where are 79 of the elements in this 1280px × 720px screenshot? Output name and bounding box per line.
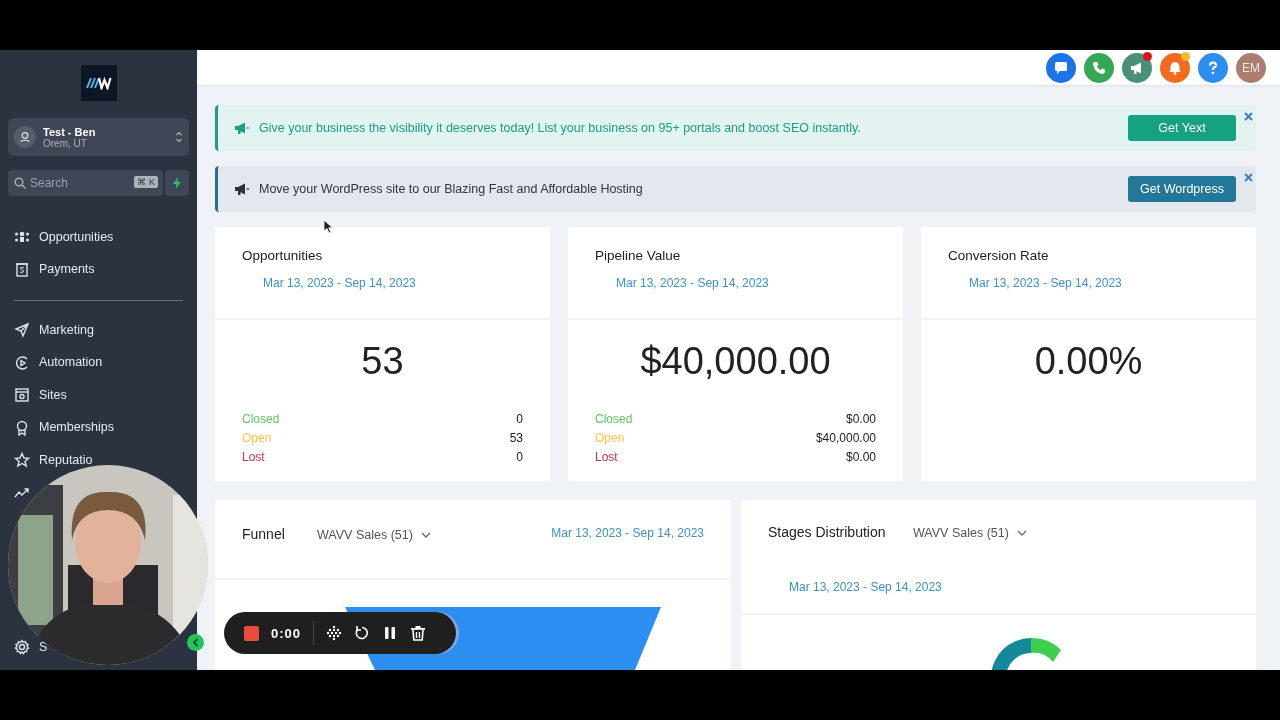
close-button[interactable] bbox=[1244, 109, 1253, 123]
status-value: 0 bbox=[516, 450, 523, 466]
restart-icon[interactable] bbox=[354, 625, 371, 641]
megaphone-icon bbox=[1130, 60, 1144, 75]
account-name: Test - Ben bbox=[43, 125, 97, 138]
shortcut-hint: ⌘ K bbox=[134, 176, 158, 188]
date-range-link[interactable]: Mar 13, 2023 - Sep 14, 2023 bbox=[616, 276, 876, 290]
status-label: Open bbox=[242, 431, 272, 447]
quick-action-button[interactable] bbox=[165, 170, 189, 196]
header-button[interactable] bbox=[1198, 52, 1228, 83]
panel-title: Stages Distribution bbox=[768, 524, 887, 540]
sidebar-item[interactable]: Automation bbox=[39, 356, 103, 370]
banner-text: Give your business the visibility it deserves today! List your business on 95+ portals and boost SEO instantly. bbox=[259, 121, 862, 135]
status-label: Lost bbox=[595, 450, 618, 466]
date-range-link[interactable]: Mar 13, 2023 - Sep 14, 2023 bbox=[789, 580, 1229, 594]
status-value: $40,000.00 bbox=[815, 431, 876, 447]
sidebar-item[interactable]: Payments bbox=[39, 263, 95, 277]
header-button[interactable] bbox=[1122, 52, 1152, 83]
megaphone-icon bbox=[234, 121, 249, 135]
status-label: Open bbox=[595, 431, 625, 447]
date-range-link[interactable]: Mar 13, 2023 - Sep 14, 2023 bbox=[551, 526, 704, 540]
card-title: Pipeline Value bbox=[595, 248, 682, 263]
sidebar-item[interactable]: Reputatio bbox=[39, 453, 93, 467]
pipeline-dropdown[interactable]: WAVV Sales (51) bbox=[913, 524, 1027, 542]
bell-icon bbox=[1168, 60, 1182, 75]
banner-button[interactable]: Get Wordpress bbox=[1128, 176, 1236, 202]
star-icon[interactable] bbox=[14, 452, 30, 469]
status-value: $0.00 bbox=[845, 412, 876, 428]
donut-chart-drawing bbox=[991, 637, 1061, 670]
stat-value: 0.00% bbox=[1033, 340, 1144, 384]
play-circle-icon[interactable] bbox=[14, 354, 30, 371]
phone-icon bbox=[1092, 60, 1106, 75]
stat-value: 53 bbox=[360, 340, 405, 384]
grid-dots-icon[interactable] bbox=[326, 625, 343, 641]
chevron-up-down-icon bbox=[175, 130, 183, 144]
card-title: Opportunities bbox=[242, 248, 324, 263]
paper-plane-icon[interactable] bbox=[14, 322, 30, 339]
header-button[interactable] bbox=[1084, 52, 1114, 83]
sidebar-item[interactable]: Memberships bbox=[39, 421, 115, 435]
date-range-link[interactable]: Mar 13, 2023 - Sep 14, 2023 bbox=[263, 276, 523, 290]
sidebar-item[interactable]: Marketing bbox=[39, 323, 94, 337]
banner-text: Move your WordPress site to our Blazing Fast and Affordable Hosting bbox=[259, 182, 644, 196]
chevron-down-icon bbox=[1016, 530, 1027, 536]
account-location: Orem, UT bbox=[43, 137, 88, 149]
status-label: Closed bbox=[595, 412, 633, 428]
status-value: 0 bbox=[516, 412, 523, 428]
ribbon-badge-icon[interactable] bbox=[14, 419, 30, 436]
pipeline-dropdown[interactable]: WAVV Sales (51) bbox=[317, 526, 431, 544]
lightning-bolt-icon bbox=[172, 177, 182, 189]
close-icon bbox=[1244, 173, 1253, 182]
status-label: Closed bbox=[242, 412, 280, 428]
status-label: Lost bbox=[242, 450, 265, 466]
date-range-link[interactable]: Mar 13, 2023 - Sep 14, 2023 bbox=[969, 276, 1229, 290]
receipt-icon[interactable] bbox=[14, 261, 30, 278]
chat-icon bbox=[1054, 60, 1068, 75]
header-button[interactable] bbox=[1160, 52, 1190, 83]
trash-icon[interactable] bbox=[410, 625, 427, 641]
brand-logo bbox=[85, 76, 112, 90]
sidebar-item[interactable]: Sites bbox=[39, 388, 67, 402]
panel-title: Funnel bbox=[242, 526, 286, 542]
header-button[interactable] bbox=[1046, 52, 1076, 83]
sidebar-item[interactable]: Opportunities bbox=[39, 230, 114, 244]
status-value: $0.00 bbox=[845, 450, 876, 466]
megaphone-icon bbox=[234, 182, 249, 196]
sidebar-item[interactable]: S bbox=[39, 640, 48, 654]
chevron-left-icon bbox=[192, 638, 199, 647]
recording-timer: 0:00 bbox=[271, 625, 302, 641]
stop-recording-button[interactable] bbox=[244, 625, 259, 641]
close-icon bbox=[1244, 112, 1253, 121]
browser-window-icon[interactable] bbox=[14, 387, 30, 404]
settings-icon bbox=[14, 639, 30, 655]
card-title: Conversion Rate bbox=[948, 248, 1050, 263]
search-icon bbox=[14, 177, 26, 189]
stat-value: $40,000.00 bbox=[639, 340, 832, 384]
help-icon bbox=[1206, 60, 1220, 75]
chevron-down-icon bbox=[420, 532, 431, 538]
account-switcher[interactable]: Test - Ben Orem, UT bbox=[8, 118, 189, 156]
close-button[interactable] bbox=[1244, 170, 1253, 184]
status-value: 53 bbox=[509, 431, 523, 447]
